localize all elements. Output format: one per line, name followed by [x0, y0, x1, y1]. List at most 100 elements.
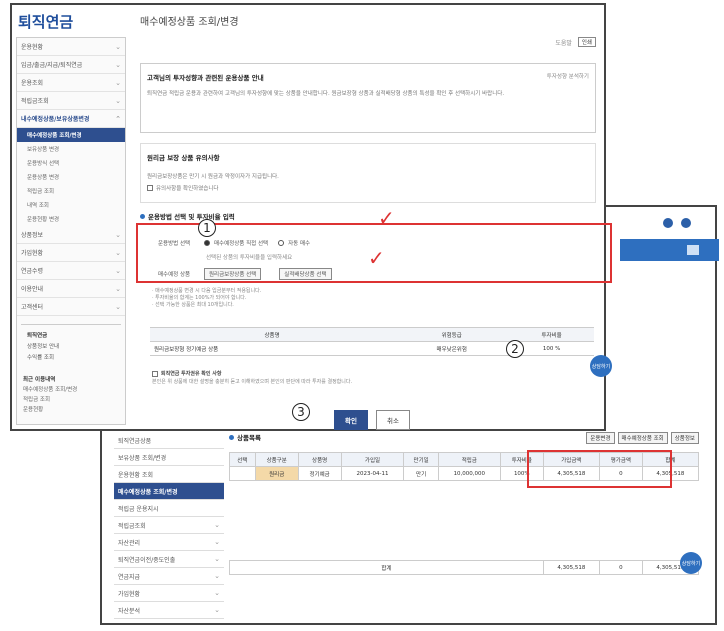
sidebar-item[interactable]: 이용안내 ⌄ [17, 280, 125, 298]
form-row-product: 매수예정 상품 원리금보장상품 선택 실적배당상품 선택 [158, 268, 332, 280]
chevron-down-icon: ⌄ [214, 521, 220, 529]
back-sidebar-item[interactable]: 자산분석 ⌄ [114, 602, 224, 619]
back-sidebar-item[interactable]: 운용현황 조회 [114, 466, 224, 483]
radio-auto[interactable] [278, 240, 285, 246]
foreground-window: 퇴직연금 매수예정상품 조회/변경 운용현황 ⌄ 입금/출금/지급/퇴직연금 ⌄ 운… [10, 3, 612, 431]
column-header: 위험등급 [394, 327, 510, 342]
main-content: 도움말 인쇄 고객님의 투자성향과 관련된 운용상품 안내 투자성향 분석하기 … [140, 35, 596, 221]
table-row[interactable]: 원리금보장형 정기예금 상품 매우낮은위험 100 % [150, 341, 594, 356]
table-cell: 매우낮은위험 [394, 341, 510, 356]
risk-analysis-link[interactable]: 투자성향 분석하기 [547, 72, 589, 80]
back-sidebar-item[interactable]: 가입현황 ⌄ [114, 585, 224, 602]
back-sidebar-item[interactable]: 보유상품 조회/변경 [114, 449, 224, 466]
search-icon[interactable] [681, 218, 691, 228]
note-line: · 투자비율의 합계는 100%가 되어야 합니다. [152, 295, 247, 301]
agree-text: 본인은 위 상품에 대한 설명을 충분히 듣고 이해하였으며 본인의 판단에 따… [152, 379, 353, 385]
column-header: 적립금 [437, 452, 501, 467]
back-sidebar-item[interactable]: 퇴직연금상품 [114, 432, 224, 449]
select-performance-button[interactable]: 실적배당상품 선택 [279, 268, 332, 280]
agreement: 퇴직연금 투자권유 확인 사항 본인은 위 상품에 대한 설명을 충분히 듣고 … [152, 370, 352, 386]
table-cell: 정기예금 [297, 466, 342, 481]
select-guaranteed-button[interactable]: 원리금보장상품 선택 [204, 268, 262, 280]
agree-checkbox[interactable] [152, 371, 158, 377]
marker-3: 3 [292, 403, 310, 421]
back-sidebar-item[interactable]: 적립금조회 ⌄ [114, 517, 224, 534]
back-button[interactable]: 상품정보 [670, 432, 699, 444]
chevron-down-icon: ⌄ [115, 248, 121, 257]
back-button[interactable]: 운용변경 [586, 432, 615, 444]
confirm-button[interactable]: 확인 [334, 410, 368, 430]
column-header: 상품구분 [254, 452, 299, 467]
back-sidebar-item[interactable]: 적립금 운용지시 [114, 500, 224, 517]
sidebar-subitem[interactable]: 운용상품 변경 [17, 170, 125, 184]
print-button[interactable]: 인쇄 [577, 37, 596, 47]
button-row: 확인 취소 [334, 410, 410, 430]
back-button[interactable]: 매수예정상품 조회 [617, 432, 668, 444]
sidebar-subitem[interactable]: 운용방식 선택 [17, 156, 125, 170]
radio-label: 자동 매수 [288, 241, 311, 247]
form-detail: 선택된 상품의 투자비율을 입력하세요 [206, 253, 292, 261]
radio-direct[interactable] [204, 240, 210, 246]
sidebar-box-link[interactable]: 상품정보 안내 [27, 340, 115, 351]
form-detail-text: 선택된 상품의 투자비율을 입력하세요 [206, 255, 293, 261]
sidebar-item[interactable]: 적립금조회 ⌄ [17, 92, 125, 110]
back-sidebar-item[interactable]: 연금지급 ⌄ [114, 568, 224, 585]
sidebar-item[interactable]: 고객센터 ⌄ [17, 298, 125, 316]
selected-products-table: 상품명 위험등급 투자비율 원리금보장형 정기예금 상품 매우낮은위험 100 … [150, 327, 594, 356]
info-box-text: 퇴직연금 적립금 운용과 관련하여 고객님의 투자성향에 맞는 상품을 안내합니… [147, 91, 505, 97]
highlight-box [527, 450, 672, 488]
table-cell: 0 [598, 560, 643, 575]
recent-link[interactable]: 적립금 조회 [17, 394, 125, 404]
sidebar-box-link[interactable]: 수익률 조회 [27, 351, 115, 362]
checkbox-label: 유의사항을 확인하였습니다 [156, 186, 219, 192]
sidebar-item[interactable]: 연금수령 ⌄ [17, 262, 125, 280]
sidebar-subitem[interactable]: 운용현황 변경 [17, 212, 125, 226]
table-total-row: 합계 4,305,518 0 4,305,518 [229, 560, 700, 575]
notice-text: 원리금보장상품은 만기 시 원금과 약정이자가 지급됩니다. [147, 174, 279, 180]
chevron-down-icon: ⌄ [214, 572, 220, 580]
sidebar-item[interactable]: 가입현황 ⌄ [17, 244, 125, 262]
sidebar-item[interactable]: 상품정보 ⌄ [17, 226, 125, 244]
checkbox[interactable] [147, 185, 153, 191]
sidebar-info-box: 퇴직연금 상품정보 안내 수익률 조회 [21, 324, 121, 366]
sidebar-subitem-active[interactable]: 매수예정상품 조회/변경 [17, 128, 125, 142]
sidebar-item[interactable]: 운용조회 ⌄ [17, 74, 125, 92]
notes: · 매수예정상품 변경 시 다음 입금분부터 적용됩니다. · 투자비율의 합계… [152, 288, 261, 309]
help-link[interactable]: 도움말 [555, 38, 572, 47]
recent-link[interactable]: 매수예정상품 조회/변경 [17, 384, 125, 394]
column-header: 투자비율 [509, 327, 594, 342]
cancel-button[interactable]: 취소 [375, 410, 410, 430]
table-cell: 원리금 [254, 466, 299, 481]
chat-fab[interactable]: 상담하기 [590, 355, 612, 377]
sidebar-recent: 최근 이용내역 매수예정상품 조회/변경 적립금 조회 운용현황 [17, 374, 125, 414]
settings-icon[interactable] [663, 218, 673, 228]
form-label: 운용방법 선택 [158, 241, 191, 247]
recent-link[interactable]: 운용현황 [17, 404, 125, 414]
chat-fab[interactable]: 상담하기 [680, 552, 702, 574]
check-mark-icon: ✓ [378, 206, 395, 230]
back-button-group: 운용변경 매수예정상품 조회 상품정보 [586, 432, 699, 444]
marker-2: 2 [506, 340, 524, 358]
chevron-up-icon: ⌃ [115, 114, 121, 123]
notice-checkbox-row[interactable]: 유의사항을 확인하였습니다 [147, 184, 589, 192]
bullet-icon [229, 434, 234, 440]
menu-icon[interactable] [687, 245, 699, 255]
column-header: 선택 [229, 452, 256, 467]
sidebar-item[interactable]: 운용현황 ⌄ [17, 38, 125, 56]
chevron-down-icon: ⌄ [214, 555, 220, 563]
toolbar: 도움말 인쇄 [140, 35, 596, 49]
back-sidebar-item[interactable]: 자산관리 ⌄ [114, 534, 224, 551]
table-spacer [230, 481, 699, 561]
sidebar-subitem[interactable]: 보유상품 변경 [17, 142, 125, 156]
table-cell: 10,000,000 [437, 466, 501, 481]
back-sidebar-item-active[interactable]: 매수예정상품 조회/변경 [114, 483, 224, 500]
logo[interactable]: 퇴직연금 [18, 11, 73, 32]
sidebar-item[interactable]: 입금/출금/지급/퇴직연금 ⌄ [17, 56, 125, 74]
table-cell: 합계 [229, 560, 544, 575]
sidebar-subitem[interactable]: 내역 조회 [17, 198, 125, 212]
sidebar-item-active[interactable]: 내수예정상품/보유상품변경 ⌃ [17, 110, 125, 128]
sidebar-subitem[interactable]: 적립금 조회 [17, 184, 125, 198]
sidebar: 운용현황 ⌄ 입금/출금/지급/퇴직연금 ⌄ 운용조회 ⌄ 적립금조회 ⌄ 내수예정상품… [16, 37, 126, 425]
chevron-down-icon: ⌄ [115, 266, 121, 275]
back-sidebar-item[interactable]: 퇴직연금이전/중도인출 ⌄ [114, 551, 224, 568]
